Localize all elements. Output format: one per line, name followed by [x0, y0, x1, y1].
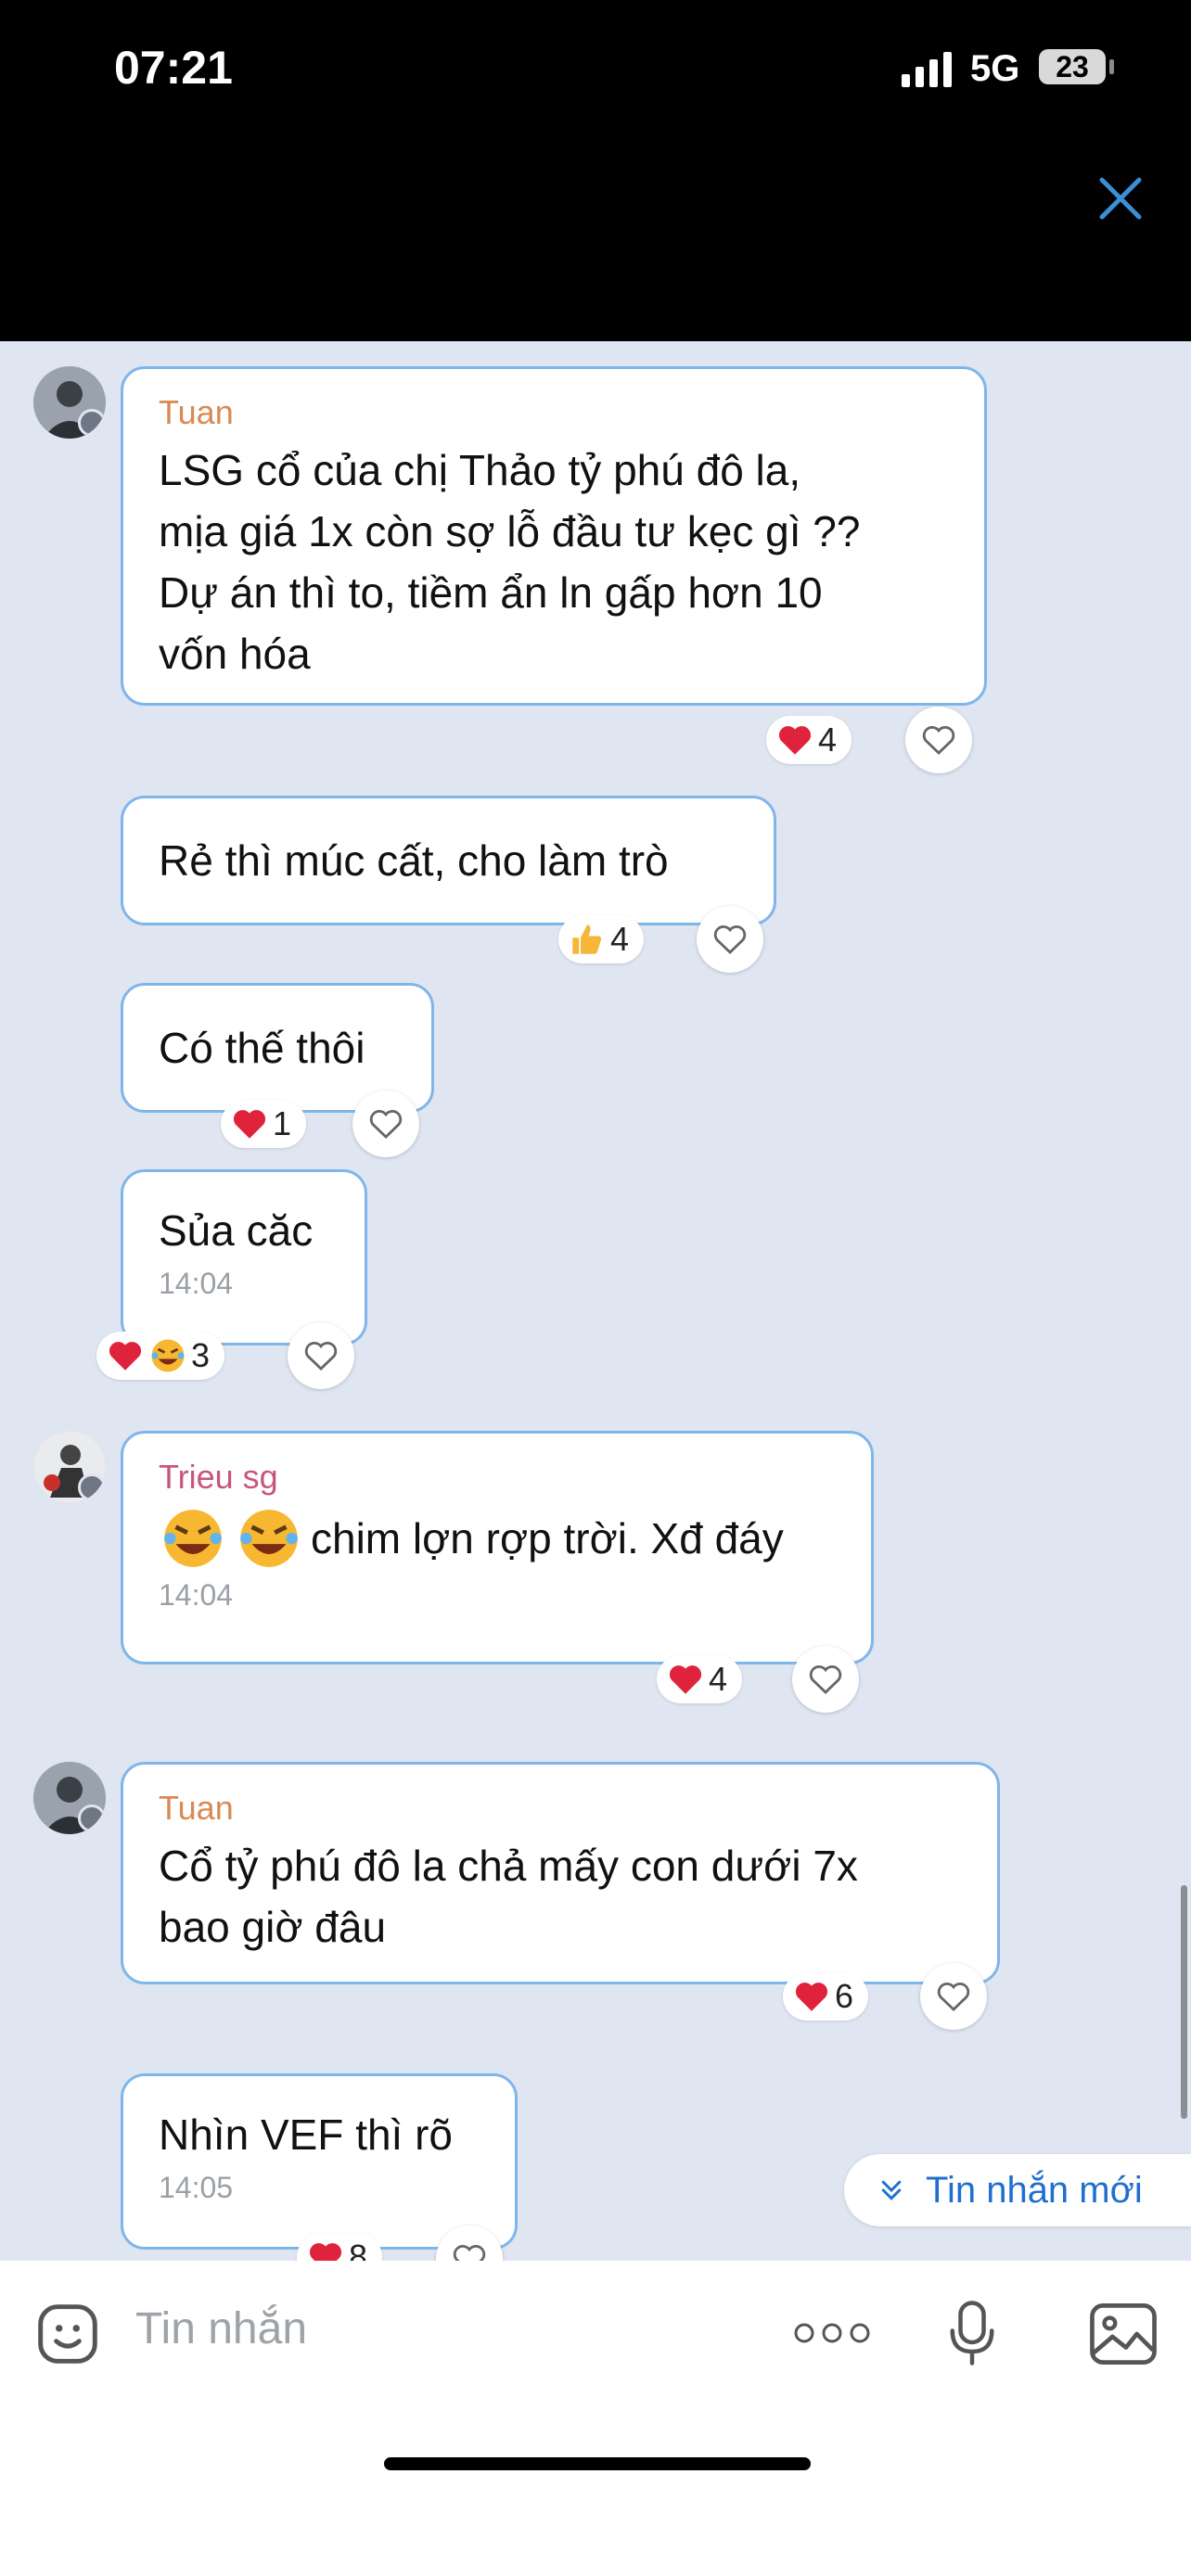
heart-icon [233, 1110, 266, 1139]
scrollbar[interactable] [1181, 1885, 1187, 2119]
message-text: Sủa căc [159, 1206, 314, 1255]
laughing-crying-icon [240, 1510, 298, 1567]
new-messages-label: Tin nhắn mới [926, 2169, 1143, 2211]
like-button[interactable] [905, 707, 972, 773]
message-bubble[interactable]: Rẻ thì múc cất, cho làm trò [121, 796, 776, 925]
sender-name[interactable]: Tuan [159, 393, 949, 432]
message-bubble[interactable]: Trieu sg chim lợn rợp trời. Xđ đáy 14:04 [121, 1431, 874, 1664]
status-time: 07:21 [114, 42, 233, 94]
message-bubble[interactable]: Tuan LSG cổ của chị Thảo tỷ phú đô la, m… [121, 366, 987, 706]
message-bubble[interactable]: Tuan Cổ tỷ phú đô la chả mấy con dưới 7x… [121, 1762, 1000, 1984]
like-button[interactable] [288, 1322, 354, 1389]
network-label: 5G [970, 48, 1020, 89]
reaction-count: 6 [835, 1977, 854, 2015]
like-button[interactable] [792, 1646, 859, 1713]
message-text: chim lợn rợp trời. Xđ đáy [311, 1514, 784, 1562]
heart-outline-icon [922, 726, 955, 755]
reaction-count: 4 [709, 1660, 728, 1698]
reaction-count: 8 [349, 2238, 368, 2261]
message-time: 14:04 [159, 1578, 234, 1612]
like-button[interactable] [697, 906, 763, 973]
battery-tip [1109, 59, 1114, 74]
heart-outline-icon [713, 925, 747, 954]
message-text: Nhìn VEF thì rõ [159, 2111, 454, 2159]
reaction-summary[interactable]: 6 [783, 1972, 869, 2021]
heart-icon [795, 1983, 828, 2011]
message-bubble[interactable]: Sủa căc 14:04 [121, 1169, 367, 1345]
message-time: 14:05 [159, 2171, 234, 2204]
home-indicator [384, 2457, 811, 2470]
new-messages-button[interactable]: Tin nhắn mới [844, 2154, 1191, 2226]
more-options-icon[interactable] [792, 2315, 872, 2352]
heart-outline-icon [937, 1983, 970, 2011]
heart-icon [309, 2243, 342, 2261]
laughing-crying-icon [151, 1339, 185, 1372]
reaction-summary[interactable]: 3 [96, 1332, 225, 1380]
like-button[interactable] [352, 1090, 419, 1157]
heart-outline-icon [809, 1665, 842, 1694]
composer-bar: Tin nhắn [0, 2261, 1191, 2576]
image-icon[interactable] [1087, 2302, 1159, 2366]
message-text: Rẻ thì múc cất, cho làm trò [159, 836, 669, 885]
reaction-count: 3 [191, 1336, 211, 1374]
like-button[interactable] [920, 1963, 987, 2030]
message-text: Cổ tỷ phú đô la chả mấy con dưới 7x bao … [159, 1842, 858, 1951]
battery-icon: 23 [1039, 49, 1106, 84]
heart-outline-icon [304, 1342, 338, 1371]
chat-area[interactable]: Tuan LSG cổ của chị Thảo tỷ phú đô la, m… [0, 341, 1191, 2261]
message-input[interactable]: Tin nhắn [135, 2303, 307, 2354]
avatar[interactable] [33, 1431, 106, 1503]
reaction-summary[interactable]: 4 [558, 915, 645, 963]
heart-icon [778, 726, 812, 755]
signal-icon [902, 52, 955, 87]
thumbs-up-icon [572, 925, 602, 954]
reaction-count: 4 [818, 721, 838, 759]
reaction-count: 1 [273, 1104, 292, 1142]
close-icon[interactable] [1095, 172, 1146, 224]
sender-name[interactable]: Trieu sg [159, 1458, 836, 1497]
message-time: 14:04 [159, 1267, 234, 1300]
heart-outline-icon [453, 2245, 486, 2261]
reaction-summary[interactable]: 8 [297, 2233, 383, 2261]
reaction-summary[interactable]: 4 [766, 716, 852, 764]
reaction-summary[interactable]: 4 [657, 1655, 743, 1703]
sender-name[interactable]: Tuan [159, 1789, 962, 1828]
microphone-icon[interactable] [944, 2298, 1000, 2368]
sticker-icon[interactable] [33, 2300, 102, 2368]
double-chevron-down-icon [881, 2180, 902, 2200]
status-bar: 07:21 5G 23 [0, 0, 1191, 341]
heart-icon [109, 1342, 142, 1371]
avatar[interactable] [33, 1762, 106, 1834]
avatar[interactable] [33, 366, 106, 439]
message-text: Có thế thôi [159, 1024, 365, 1072]
laughing-crying-icon [164, 1510, 222, 1567]
message-text: LSG cổ của chị Thảo tỷ phú đô la, mịa gi… [159, 446, 861, 678]
message-bubble[interactable]: Nhìn VEF thì rõ 14:05 [121, 2073, 518, 2250]
reaction-count: 4 [610, 920, 630, 958]
heart-outline-icon [369, 1110, 403, 1139]
reaction-summary[interactable]: 1 [221, 1100, 307, 1148]
heart-icon [669, 1665, 702, 1694]
